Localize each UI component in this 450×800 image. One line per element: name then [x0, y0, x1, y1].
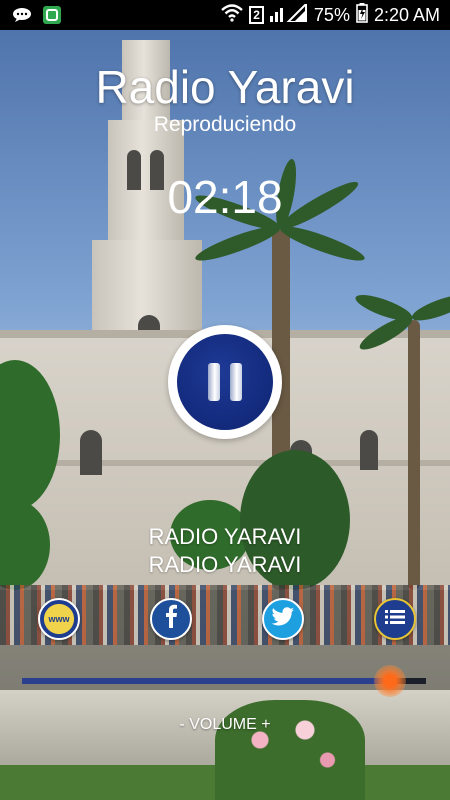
wifi-icon [221, 3, 244, 27]
track-artist: RADIO YARAVI [148, 552, 302, 577]
track-info: RADIO YARAVI RADIO YARAVI [0, 523, 450, 579]
playback-status: Reproduciendo [153, 113, 297, 136]
status-time: 2:20 AM [373, 4, 440, 25]
website-button[interactable]: www [38, 598, 80, 640]
station-title: Radio Yaravi [95, 61, 355, 113]
elapsed-time: 02:18 [167, 171, 283, 223]
sim-slot-badge: 2 [249, 6, 264, 24]
chat-bubble-icon [12, 5, 32, 25]
volume-fill [22, 678, 390, 684]
www-icon: www [48, 614, 70, 624]
twitter-button[interactable] [262, 598, 304, 640]
signal-icon [269, 1, 308, 27]
battery-percent: 75% [313, 4, 350, 25]
volume-label: - VOLUME + [179, 716, 271, 733]
track-title: RADIO YARAVI [148, 524, 302, 549]
menu-button[interactable] [374, 598, 416, 640]
facebook-button[interactable] [150, 598, 192, 640]
pause-button[interactable] [168, 325, 282, 439]
volume-slider[interactable] [22, 665, 426, 697]
status-bar: 2 75% 2:20 AM [0, 0, 450, 30]
social-buttons: www [0, 598, 450, 640]
twitter-icon [271, 606, 295, 632]
whatsapp-icon [42, 5, 62, 25]
facebook-icon [163, 604, 179, 635]
menu-list-icon [385, 609, 405, 630]
volume-knob[interactable] [373, 665, 406, 697]
battery-icon [356, 2, 368, 28]
pause-icon [177, 334, 273, 430]
